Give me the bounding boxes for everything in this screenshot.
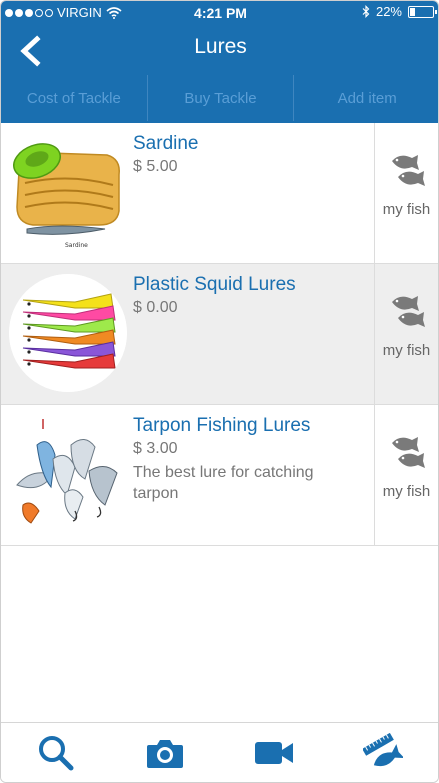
search-tab[interactable]	[1, 723, 110, 782]
squid-lures-image	[9, 274, 127, 392]
item-price: $ 5.00	[133, 158, 178, 175]
list-item[interactable]: Tarpon Fishing Lures $ 3.00 The best lur…	[1, 405, 438, 546]
my-fish-label: my fish	[382, 201, 431, 218]
item-price: $ 0.00	[133, 299, 178, 316]
video-icon	[255, 741, 294, 764]
item-price: $ 3.00	[133, 440, 178, 457]
battery-icon	[408, 5, 437, 18]
fish-ruler-icon	[363, 732, 404, 766]
list-item[interactable]: Sardine Sardine $ 5.00 my fish	[1, 123, 438, 264]
app-frame: VIRGIN 4:21 PM 22% Lures Cost of Tackle …	[0, 0, 439, 783]
video-tab[interactable]	[220, 723, 329, 782]
buy-tackle-tab[interactable]: Buy Tackle	[148, 75, 295, 121]
item-name: Plastic Squid Lures	[133, 274, 296, 295]
fish-icon	[392, 155, 425, 186]
nav-bar: Lures	[1, 27, 438, 73]
item-name: Sardine	[133, 133, 199, 154]
camera-icon	[146, 739, 183, 768]
sardine-jar-image: Sardine	[9, 133, 127, 251]
item-description: The best lure for catching tarpon	[133, 464, 314, 502]
segmented-control: Cost of Tackle Buy Tackle Add item	[1, 75, 438, 121]
cost-of-tackle-tab[interactable]: Cost of Tackle	[1, 75, 148, 121]
search-icon	[38, 735, 74, 770]
my-fish-button[interactable]: my fish	[374, 405, 438, 545]
list-item[interactable]: Plastic Squid Lures $ 0.00 my fish	[1, 264, 438, 405]
my-fish-button[interactable]: my fish	[374, 123, 438, 263]
fish-icon	[392, 296, 425, 327]
bottom-tab-bar	[1, 722, 438, 782]
add-item-tab[interactable]: Add item	[294, 75, 438, 121]
my-fish-label: my fish	[382, 483, 431, 500]
camera-tab[interactable]	[110, 723, 219, 782]
item-name: Tarpon Fishing Lures	[133, 415, 311, 436]
fish-icon	[392, 437, 425, 468]
bluetooth-icon	[362, 5, 370, 18]
my-fish-button[interactable]: my fish	[374, 264, 438, 404]
app-header: VIRGIN 4:21 PM 22% Lures Cost of Tackle …	[1, 1, 438, 123]
status-bar: VIRGIN 4:21 PM 22%	[1, 1, 438, 25]
tarpon-lures-image	[9, 415, 127, 533]
battery-percent: 22%	[375, 4, 402, 19]
my-fish-label: my fish	[382, 342, 431, 359]
page-title: Lures	[194, 35, 247, 58]
lure-list: Sardine Sardine $ 5.00 my fish Plastic S…	[1, 123, 438, 546]
thumb-caption: Sardine	[65, 242, 88, 249]
fish-ruler-tab[interactable]	[329, 723, 438, 782]
